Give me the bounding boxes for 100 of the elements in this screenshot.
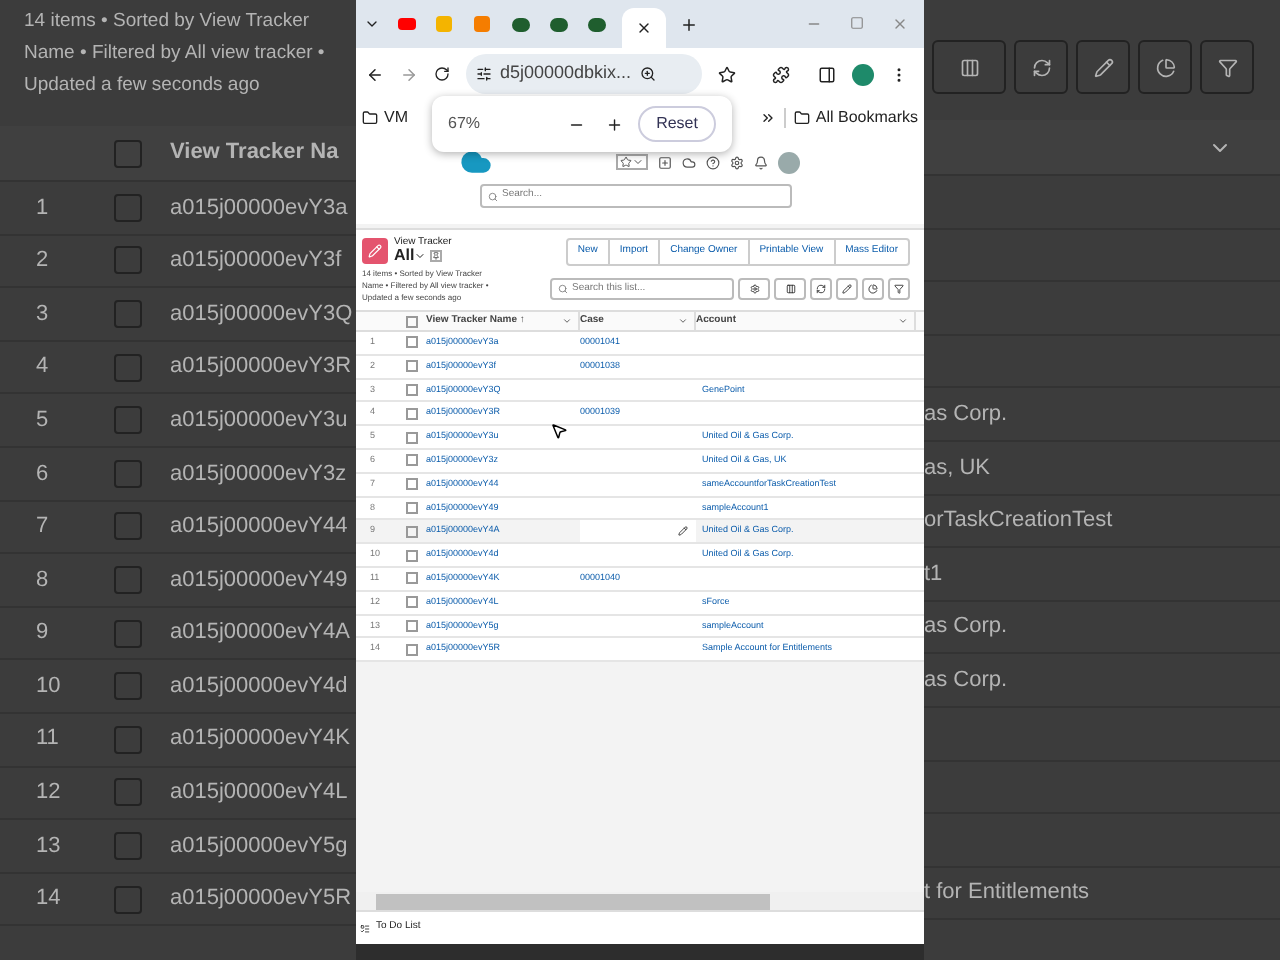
record-link[interactable]: a015j00000evY5g bbox=[170, 829, 348, 863]
checkbox[interactable] bbox=[406, 478, 418, 491]
side-panel-icon[interactable] bbox=[818, 65, 836, 83]
maximize-icon[interactable] bbox=[850, 16, 864, 30]
settings-icon[interactable] bbox=[738, 278, 770, 300]
account-link[interactable]: as, UK bbox=[924, 451, 991, 485]
record-link[interactable]: a015j00000evY3a bbox=[170, 191, 348, 225]
checkbox[interactable] bbox=[406, 596, 418, 609]
record-link[interactable]: a015j00000evY4K bbox=[170, 722, 350, 756]
chevron-icon[interactable] bbox=[678, 316, 688, 326]
record-link[interactable]: a015j00000evY3f bbox=[170, 244, 342, 278]
pencil-icon[interactable] bbox=[678, 526, 688, 537]
account-link[interactable]: as Corp. bbox=[924, 610, 1008, 644]
add-icon[interactable] bbox=[658, 155, 672, 169]
columns-icon[interactable] bbox=[774, 278, 806, 300]
account-link[interactable]: as Corp. bbox=[924, 397, 1008, 431]
record-link[interactable]: a015j00000evY4d bbox=[170, 669, 348, 703]
account-link[interactable]: orTaskCreationTest bbox=[924, 504, 1113, 538]
list-icon[interactable] bbox=[360, 923, 370, 933]
checkbox[interactable] bbox=[406, 525, 418, 538]
record-link[interactable]: a015j00000evY4L bbox=[170, 776, 348, 810]
avatar-icon[interactable] bbox=[778, 151, 800, 173]
pin-icon[interactable] bbox=[430, 250, 443, 262]
site-settings-icon[interactable] bbox=[476, 66, 492, 82]
checkbox[interactable] bbox=[406, 643, 418, 656]
record-link[interactable]: a015j00000evY49 bbox=[170, 563, 348, 597]
checkbox[interactable] bbox=[114, 885, 142, 914]
checkbox[interactable] bbox=[114, 459, 142, 488]
columns-icon[interactable] bbox=[932, 40, 1006, 94]
checkbox[interactable] bbox=[406, 336, 418, 349]
checkbox[interactable] bbox=[406, 383, 418, 396]
pencil-icon[interactable] bbox=[1076, 40, 1130, 94]
checkbox[interactable] bbox=[114, 725, 142, 754]
refresh-icon[interactable] bbox=[1014, 40, 1068, 94]
filter-icon[interactable] bbox=[888, 278, 910, 300]
cloud-icon[interactable] bbox=[682, 155, 696, 169]
address-bar[interactable]: d5j00000dbkix... bbox=[466, 54, 702, 94]
zoom-in-icon[interactable] bbox=[605, 115, 623, 133]
back-icon[interactable] bbox=[366, 65, 384, 83]
tab-list-icon[interactable] bbox=[364, 16, 380, 32]
bookmark-star-icon[interactable] bbox=[718, 65, 736, 83]
tab-icon[interactable] bbox=[587, 17, 605, 31]
filter-icon[interactable] bbox=[1200, 40, 1254, 94]
checkbox[interactable] bbox=[114, 299, 142, 328]
close-icon[interactable] bbox=[636, 20, 652, 36]
new-tab-icon[interactable] bbox=[680, 15, 698, 33]
checkbox[interactable] bbox=[406, 549, 418, 562]
checkbox[interactable] bbox=[406, 619, 418, 632]
record-link[interactable]: a015j00000evY3R bbox=[170, 350, 352, 384]
help-icon[interactable] bbox=[706, 155, 720, 169]
record-link[interactable]: a015j00000evY3Q bbox=[170, 297, 353, 331]
checkbox[interactable] bbox=[114, 672, 142, 701]
chevron-icon[interactable] bbox=[898, 316, 908, 326]
reset-button[interactable]: Reset bbox=[638, 106, 716, 142]
checkbox[interactable] bbox=[406, 431, 418, 444]
record-link[interactable]: a015j00000evY5R bbox=[170, 882, 352, 916]
reload-icon[interactable] bbox=[434, 66, 450, 82]
folder-icon[interactable] bbox=[362, 110, 378, 126]
record-link[interactable]: a015j00000evY44 bbox=[170, 510, 348, 544]
account-link[interactable]: t for Entitlements bbox=[924, 876, 1090, 910]
folder-icon[interactable] bbox=[793, 110, 810, 126]
list-view-picker[interactable]: All bbox=[394, 248, 427, 264]
zoom-icon[interactable] bbox=[639, 66, 656, 82]
settings-icon[interactable] bbox=[730, 155, 744, 169]
checkbox[interactable] bbox=[114, 353, 142, 382]
record-link[interactable]: a015j00000evY4A bbox=[170, 616, 350, 650]
checkbox[interactable] bbox=[114, 246, 142, 275]
tab-icon[interactable] bbox=[549, 17, 567, 31]
favorites-icon[interactable] bbox=[616, 154, 648, 170]
checkbox[interactable] bbox=[406, 360, 418, 373]
bookmark-item[interactable]: VM bbox=[384, 106, 408, 130]
forward-icon[interactable] bbox=[400, 65, 418, 83]
account-link[interactable]: t1 bbox=[924, 557, 943, 591]
checkbox[interactable] bbox=[114, 193, 142, 222]
chart-icon[interactable] bbox=[862, 278, 884, 300]
record-link[interactable]: a015j00000evY3z bbox=[170, 457, 347, 491]
extensions-icon[interactable] bbox=[772, 65, 790, 83]
all-bookmarks-link[interactable]: All Bookmarks bbox=[815, 106, 918, 130]
checkbox[interactable] bbox=[406, 501, 418, 514]
checkbox[interactable] bbox=[114, 406, 142, 435]
video-icon[interactable] bbox=[397, 18, 415, 30]
chevron-icon[interactable] bbox=[562, 316, 572, 326]
account-link[interactable]: as Corp. bbox=[924, 663, 1008, 697]
checkbox[interactable] bbox=[114, 619, 142, 648]
checkbox[interactable] bbox=[114, 831, 142, 860]
bell-icon[interactable] bbox=[754, 155, 768, 169]
checkbox[interactable] bbox=[406, 315, 418, 327]
checkbox[interactable] bbox=[114, 565, 142, 594]
checkbox[interactable] bbox=[406, 572, 418, 585]
chart-icon[interactable] bbox=[1138, 40, 1192, 94]
checkbox[interactable] bbox=[114, 512, 142, 541]
tab-icon[interactable] bbox=[511, 17, 529, 31]
checkbox[interactable] bbox=[114, 778, 142, 807]
checkbox[interactable] bbox=[406, 454, 418, 467]
pencil-icon[interactable] bbox=[836, 278, 858, 300]
record-link[interactable]: a015j00000evY3u bbox=[170, 403, 348, 437]
checkbox[interactable] bbox=[114, 139, 142, 167]
avatar-icon[interactable] bbox=[852, 63, 874, 85]
scrollbar-thumb[interactable] bbox=[376, 893, 770, 909]
refresh-icon[interactable] bbox=[810, 278, 832, 300]
